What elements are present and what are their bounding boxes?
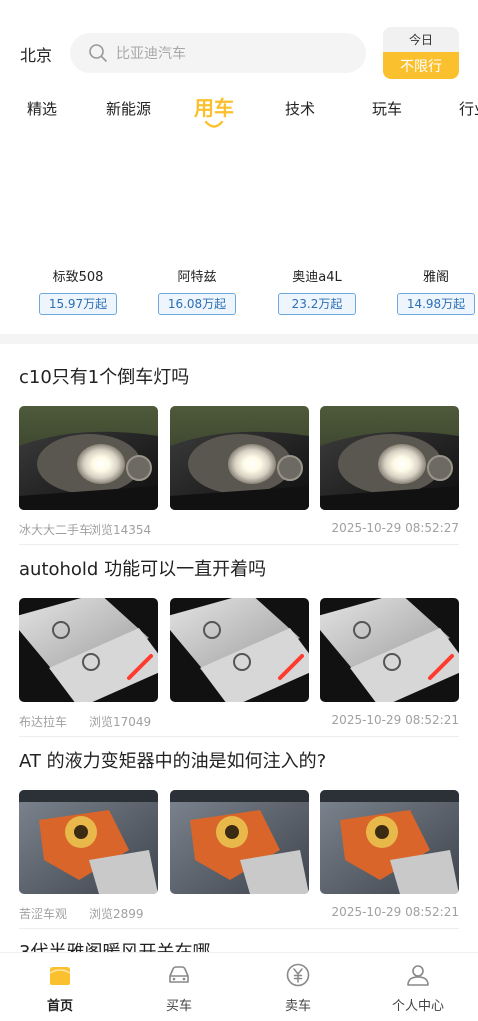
nav-sell-car[interactable]: 卖车 [258,961,338,1014]
article-author[interactable]: 冰大大二手车 [19,521,91,538]
car-icon [169,966,189,983]
bottom-navigation: 首页 买车 卖车 个人中心 [0,952,478,1021]
yuan-icon [286,963,310,987]
car-item[interactable]: 奥迪a4L 23.2万起 [277,268,357,315]
divider [19,928,459,929]
engine-image[interactable] [320,790,459,894]
article-views: 浏览14354 [89,523,152,537]
divider [19,736,459,737]
parking-brake-image[interactable] [320,598,459,702]
article-card[interactable]: autohold 功能可以一直开着吗 布达拉车 浏览17049 2025-10-… [19,557,459,737]
headlight-image[interactable] [170,406,309,510]
parking-brake-image[interactable] [19,598,158,702]
nav-label: 个人中心 [391,999,444,1014]
parking-brake-image[interactable] [170,598,309,702]
nav-home[interactable]: 首页 [20,961,100,1014]
traffic-restriction-badge[interactable]: 今日 不限行 [383,27,459,79]
headlight-image[interactable] [19,406,158,510]
article-title[interactable]: AT 的液力变矩器中的油是如何注入的? [19,749,459,775]
user-icon [407,965,429,986]
car-price: 15.97万起 [39,293,117,315]
article-author[interactable]: 苦涩车观 [19,905,67,922]
car-name: 阿特兹 [177,270,217,285]
search-icon [89,44,107,62]
search-bar[interactable]: 比亚迪汽车 [70,33,366,73]
header: 北京 比亚迪汽车 今日 不限行 [0,0,478,86]
nav-label: 首页 [46,999,73,1014]
tab-industry[interactable]: 行业 [459,98,478,119]
engine-image[interactable] [19,790,158,894]
article-card[interactable]: c10只有1个倒车灯吗 冰大大二手车 浏览14354 2025-10-29 08… [19,365,459,545]
car-item[interactable]: 标致508 15.97万起 [38,268,118,315]
tab-tech[interactable]: 技术 [285,98,315,119]
home-icon [49,967,71,985]
car-price: 14.98万起 [397,293,475,315]
today-label: 今日 [383,27,459,52]
nav-label: 买车 [165,999,192,1014]
car-name: 奥迪a4L [292,270,342,285]
article-images [19,406,459,510]
active-tab-indicator [204,120,224,128]
car-item[interactable]: 雅阁 14.98万起 [396,268,476,315]
nav-label: 卖车 [284,999,311,1014]
article-time: 2025-10-29 08:52:21 [331,713,459,727]
article-views: 浏览2899 [89,907,144,921]
article-images [19,790,459,894]
article-time: 2025-10-29 08:52:27 [331,521,459,535]
article-views: 浏览17049 [89,715,152,729]
restriction-status: 不限行 [383,52,459,79]
nav-buy-car[interactable]: 买车 [139,961,219,1014]
car-model-list: 标致508 15.97万起 阿特兹 16.08万起 奥迪a4L 23.2万起 雅… [0,268,478,320]
engine-image[interactable] [170,790,309,894]
car-price: 23.2万起 [278,293,356,315]
tab-new-energy[interactable]: 新能源 [106,98,151,119]
car-item[interactable]: 阿特兹 16.08万起 [157,268,237,315]
tab-play[interactable]: 玩车 [372,98,402,119]
section-divider [0,334,478,344]
article-images [19,598,459,702]
article-card[interactable]: AT 的液力变矩器中的油是如何注入的? 苦涩车观 浏览2899 2025-10-… [19,749,459,929]
tab-featured[interactable]: 精选 [27,98,57,119]
category-tabs: 精选 新能源 用车 技术 玩车 行业 [0,90,478,138]
car-name: 标致508 [52,270,104,285]
headlight-image[interactable] [320,406,459,510]
article-title[interactable]: autohold 功能可以一直开着吗 [19,557,459,583]
divider [19,544,459,545]
article-author[interactable]: 布达拉车 [19,713,67,730]
search-placeholder: 比亚迪汽车 [116,46,186,62]
car-price: 16.08万起 [158,293,236,315]
city-selector[interactable]: 北京 [20,42,52,66]
car-name: 雅阁 [422,270,449,285]
article-time: 2025-10-29 08:52:21 [331,905,459,919]
tab-car-use[interactable]: 用车 [194,92,234,121]
article-title[interactable]: c10只有1个倒车灯吗 [19,365,459,391]
nav-profile[interactable]: 个人中心 [378,961,458,1014]
